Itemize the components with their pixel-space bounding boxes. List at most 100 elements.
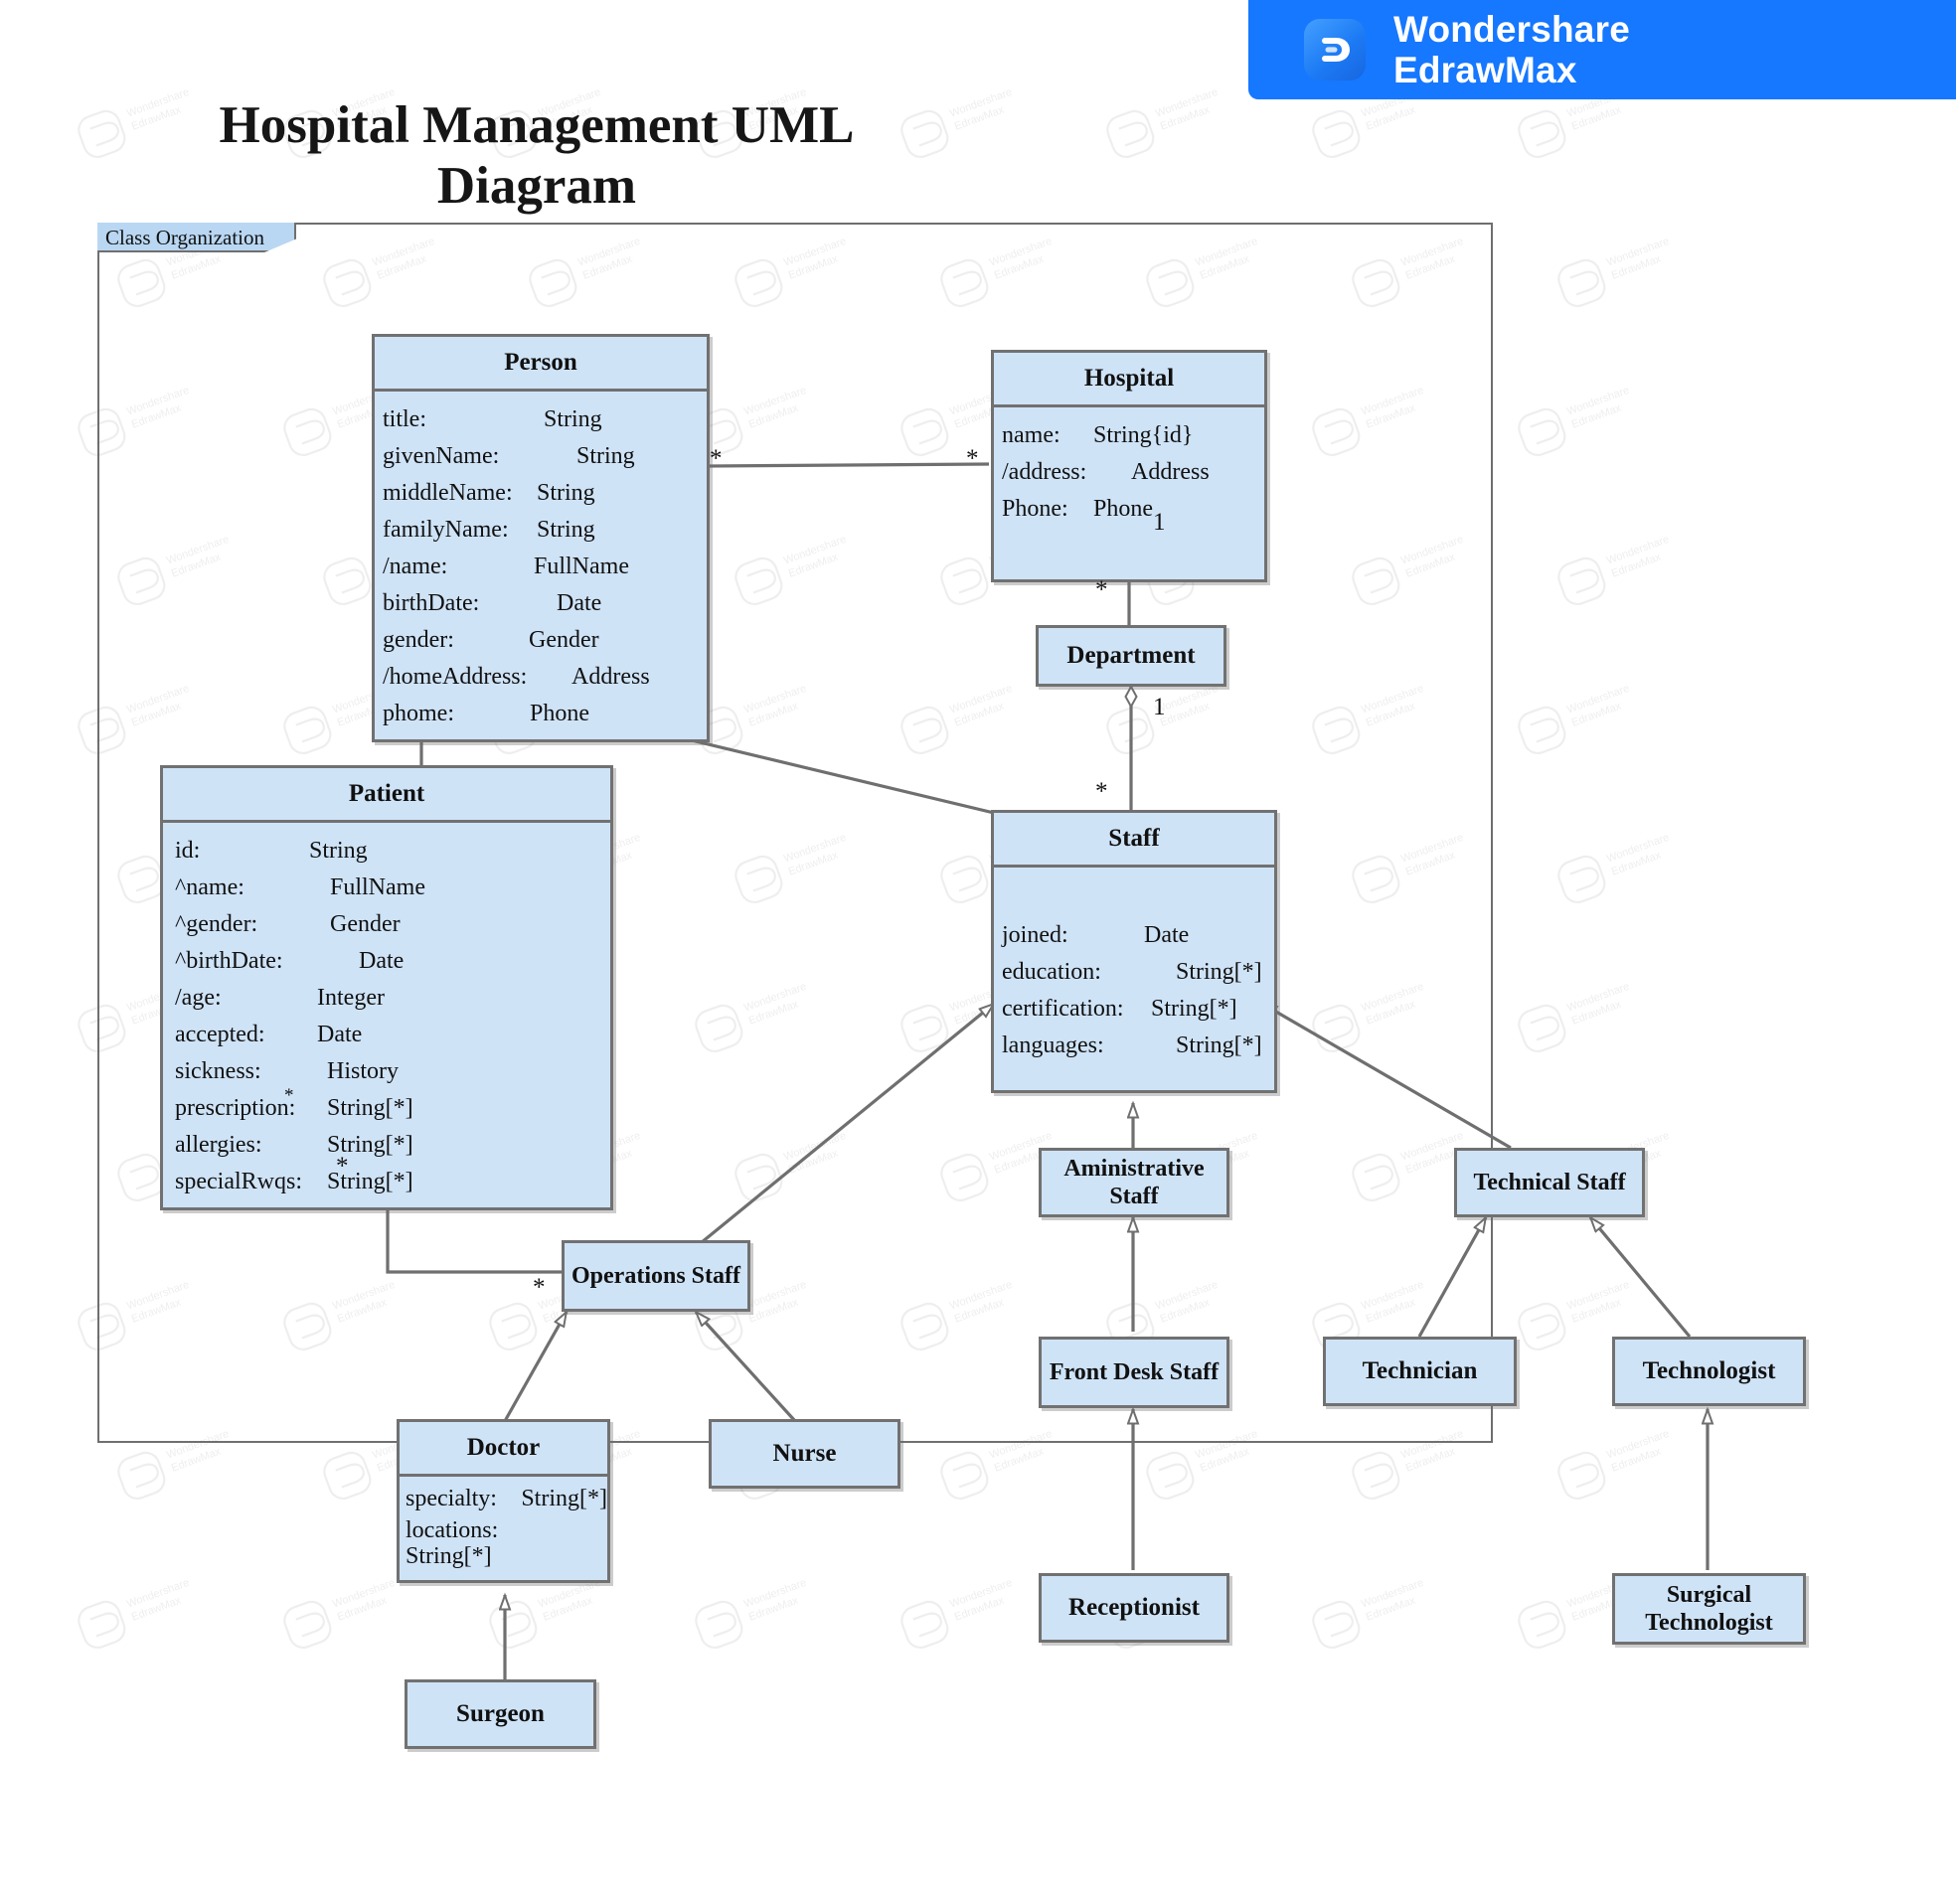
svg-text:Wondershare: Wondershare <box>1565 683 1631 716</box>
edrawmax-brand-banner: Wondershare EdrawMax <box>1248 0 1956 99</box>
class-receptionist-title: Receptionist <box>1068 1594 1200 1621</box>
class-surgical-technologist-title: Surgical Technologist <box>1645 1581 1773 1636</box>
svg-text:EdrawMax: EdrawMax <box>1365 103 1417 132</box>
svg-text:Wondershare: Wondershare <box>948 1577 1014 1611</box>
svg-text:Wondershare: Wondershare <box>1605 832 1671 866</box>
class-department[interactable]: Department <box>1036 625 1226 687</box>
attribute-row: certification: String[*] <box>1002 996 1237 1022</box>
class-technologist-title: Technologist <box>1642 1357 1776 1384</box>
class-hospital-title: Hospital <box>1083 365 1175 392</box>
attribute-row: prescription: String[*] <box>175 1095 413 1121</box>
watermark-tile: WondershareEdrawMax <box>1500 949 1699 1068</box>
class-technologist[interactable]: Technologist <box>1612 1337 1806 1406</box>
svg-text:EdrawMax: EdrawMax <box>1570 998 1623 1027</box>
class-administrative-staff[interactable]: Aministrative Staff <box>1039 1148 1229 1217</box>
page-title: Hospital Management UML Diagram <box>219 96 855 215</box>
class-operations-staff[interactable]: Operations Staff <box>562 1240 750 1312</box>
svg-text:EdrawMax: EdrawMax <box>1570 103 1623 132</box>
attribute-row: familyName: String <box>383 517 595 543</box>
svg-text:EdrawMax: EdrawMax <box>953 1594 1006 1623</box>
class-front-desk-staff-title: Front Desk Staff <box>1049 1358 1220 1385</box>
svg-text:EdrawMax: EdrawMax <box>542 1594 594 1623</box>
svg-text:EdrawMax: EdrawMax <box>1610 551 1663 579</box>
watermark-tile: WondershareEdrawMax <box>1540 204 1738 323</box>
attribute-row: birthDate: Date <box>383 590 602 616</box>
svg-text:EdrawMax: EdrawMax <box>1610 1445 1663 1474</box>
class-receptionist[interactable]: Receptionist <box>1039 1573 1229 1643</box>
brand-name: Wondershare EdrawMax <box>1393 9 1630 91</box>
svg-text:EdrawMax: EdrawMax <box>1404 1445 1457 1474</box>
svg-text:EdrawMax: EdrawMax <box>130 1594 183 1623</box>
attribute-row: name: String{id} <box>1002 422 1194 448</box>
svg-text:Wondershare: Wondershare <box>331 1577 397 1611</box>
class-technical-staff-title: Technical Staff <box>1473 1169 1626 1195</box>
class-technician[interactable]: Technician <box>1323 1337 1517 1406</box>
attribute-row: id: String <box>175 838 368 864</box>
svg-text:Wondershare: Wondershare <box>1605 1428 1671 1462</box>
class-nurse-title: Nurse <box>772 1440 837 1467</box>
class-front-desk-staff[interactable]: Front Desk Staff <box>1039 1337 1229 1408</box>
svg-text:Wondershare: Wondershare <box>1360 1577 1425 1611</box>
class-person[interactable]: Person title: String givenName: String mid… <box>372 334 710 742</box>
attribute-row: accepted: Date <box>175 1022 363 1047</box>
svg-text:Wondershare: Wondershare <box>948 86 1014 120</box>
class-hospital-attributes: name: String{id} /address: Address Phone: P… <box>994 404 1264 579</box>
class-surgical-technologist[interactable]: Surgical Technologist <box>1612 1573 1806 1645</box>
watermark-tile: WondershareEdrawMax <box>677 1545 876 1665</box>
mult-person-hospital-source: * <box>710 445 723 472</box>
class-doctor[interactable]: Doctor specialty: String[*] locations: Str… <box>397 1419 610 1583</box>
class-technical-staff[interactable]: Technical Staff <box>1454 1148 1645 1217</box>
svg-text:Wondershare: Wondershare <box>1565 1279 1631 1313</box>
class-operations-staff-title: Operations Staff <box>571 1262 740 1289</box>
svg-text:Wondershare: Wondershare <box>1565 385 1631 418</box>
svg-text:EdrawMax: EdrawMax <box>1199 1445 1251 1474</box>
svg-text:Wondershare: Wondershare <box>1605 534 1671 567</box>
mult-hospital-bottom: 1 <box>1153 509 1166 536</box>
attribute-row: middleName: String <box>383 480 595 506</box>
svg-text:EdrawMax: EdrawMax <box>1570 401 1623 430</box>
class-technician-title: Technician <box>1362 1357 1478 1384</box>
attribute-row: locations: String[*] <box>406 1517 499 1569</box>
attribute-row: specialty: String[*] <box>406 1486 607 1511</box>
mult-department-bottom: 1 <box>1153 694 1166 720</box>
svg-text:EdrawMax: EdrawMax <box>336 1594 389 1623</box>
class-department-title: Department <box>1066 642 1196 669</box>
brand-line1: Wondershare <box>1393 8 1630 50</box>
attribute-row: /age: Integer <box>175 985 385 1011</box>
class-surgeon[interactable]: Surgeon <box>405 1679 596 1749</box>
attribute-row: /address: Address <box>1002 459 1210 485</box>
class-staff-attributes: joined: Date education: String[*] certific… <box>994 865 1274 1080</box>
class-nurse[interactable]: Nurse <box>709 1419 900 1489</box>
svg-text:Wondershare: Wondershare <box>742 1577 808 1611</box>
svg-text:EdrawMax: EdrawMax <box>1159 103 1212 132</box>
class-patient[interactable]: Patient id: String ^name: FullName ^gender… <box>160 765 613 1210</box>
brand-line2: EdrawMax <box>1393 50 1577 90</box>
class-doctor-title: Doctor <box>466 1434 541 1461</box>
svg-text:EdrawMax: EdrawMax <box>1610 252 1663 281</box>
class-patient-attributes: id: String ^name: FullName ^gender: Gender … <box>163 820 610 1207</box>
svg-text:Wondershare: Wondershare <box>1154 86 1220 120</box>
svg-text:Wondershare: Wondershare <box>1605 236 1671 269</box>
attribute-row: /homeAddress: Address <box>383 664 650 690</box>
svg-text:EdrawMax: EdrawMax <box>993 1445 1046 1474</box>
diagram-canvas: Wondershare EdrawMax Wondershare EdrawMax Wo… <box>0 0 1956 1904</box>
frame-label: Class Organization <box>97 223 297 252</box>
attribute-row: joined: Date <box>1002 922 1190 948</box>
mult-person-hospital-target: * <box>966 445 979 472</box>
edge-technologist-technical <box>1590 1217 1692 1339</box>
svg-text:Wondershare: Wondershare <box>1565 981 1631 1015</box>
mult-patient-attr-star: * <box>284 1085 294 1106</box>
attribute-row: /name: FullName <box>383 554 629 579</box>
edraw-d-icon <box>1304 19 1366 80</box>
attribute-row: languages: String[*] <box>1002 1032 1262 1058</box>
watermark-tile: WondershareEdrawMax <box>1294 1545 1493 1665</box>
mult-department-top: * <box>1095 576 1108 603</box>
svg-text:Wondershare: Wondershare <box>125 1577 191 1611</box>
svg-text:EdrawMax: EdrawMax <box>1610 849 1663 877</box>
watermark-tile: WondershareEdrawMax <box>1540 800 1738 919</box>
class-hospital[interactable]: Hospital name: String{id} /address: Addres… <box>991 350 1267 582</box>
attribute-row: sickness: History <box>175 1058 399 1084</box>
attribute-row: education: String[*] <box>1002 959 1262 985</box>
svg-text:EdrawMax: EdrawMax <box>170 1445 223 1474</box>
class-staff[interactable]: Staff joined: Date education: String[*] ce… <box>991 810 1277 1093</box>
